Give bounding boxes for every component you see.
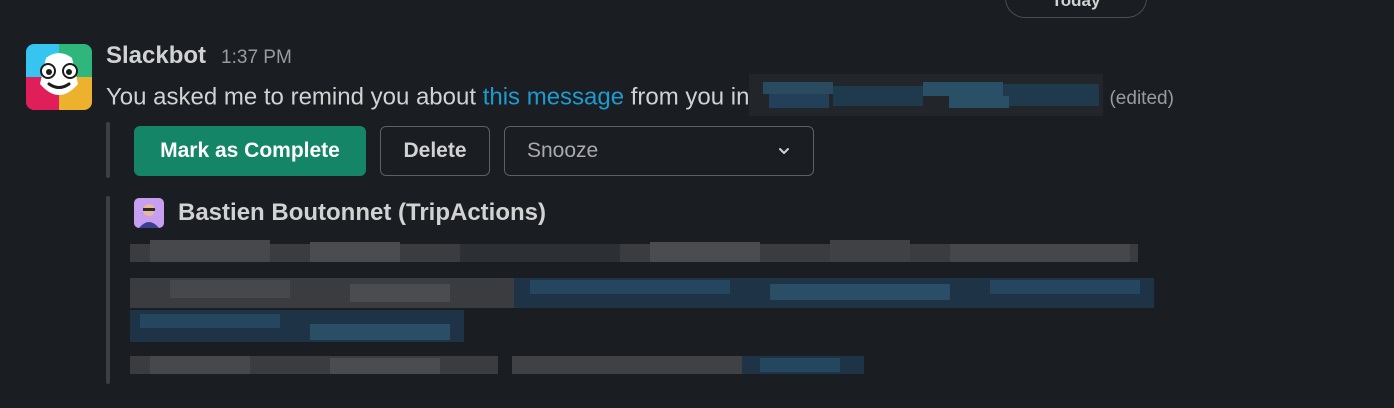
message-header: Slackbot 1:37 PM	[106, 42, 292, 70]
delete-button[interactable]: Delete	[380, 126, 490, 176]
sender-name[interactable]: Slackbot	[106, 42, 206, 70]
date-divider-pill[interactable]: Today	[1005, 0, 1147, 18]
attachment-bar	[106, 122, 110, 178]
edited-indicator: (edited)	[1109, 88, 1174, 110]
delete-label: Delete	[403, 139, 467, 162]
quote-bar	[106, 196, 110, 384]
slackbot-avatar-icon[interactable]	[26, 44, 92, 110]
message-link[interactable]: this message	[483, 83, 624, 110]
mark-as-complete-label: Mark as Complete	[160, 139, 340, 162]
redacted-quoted-text	[130, 240, 1154, 374]
user-avatar-icon[interactable]	[134, 198, 164, 228]
message-text-after: from you in	[624, 83, 750, 111]
redacted-channel-name	[749, 74, 1104, 116]
date-divider-label: Today	[1051, 0, 1101, 10]
quoted-message-author: Bastien Boutonnet (TripActions)	[134, 198, 546, 228]
message-timestamp[interactable]: 1:37 PM	[221, 47, 292, 69]
message-body: You asked me to remind you about this me…	[106, 74, 1174, 116]
mark-as-complete-button[interactable]: Mark as Complete	[134, 126, 366, 176]
snooze-select[interactable]: Snooze	[504, 126, 814, 176]
quoted-author-name[interactable]: Bastien Boutonnet (TripActions)	[178, 199, 546, 227]
snooze-placeholder: Snooze	[527, 139, 599, 162]
message-text-before: You asked me to remind you about	[106, 83, 483, 111]
chevron-down-icon	[779, 148, 789, 154]
